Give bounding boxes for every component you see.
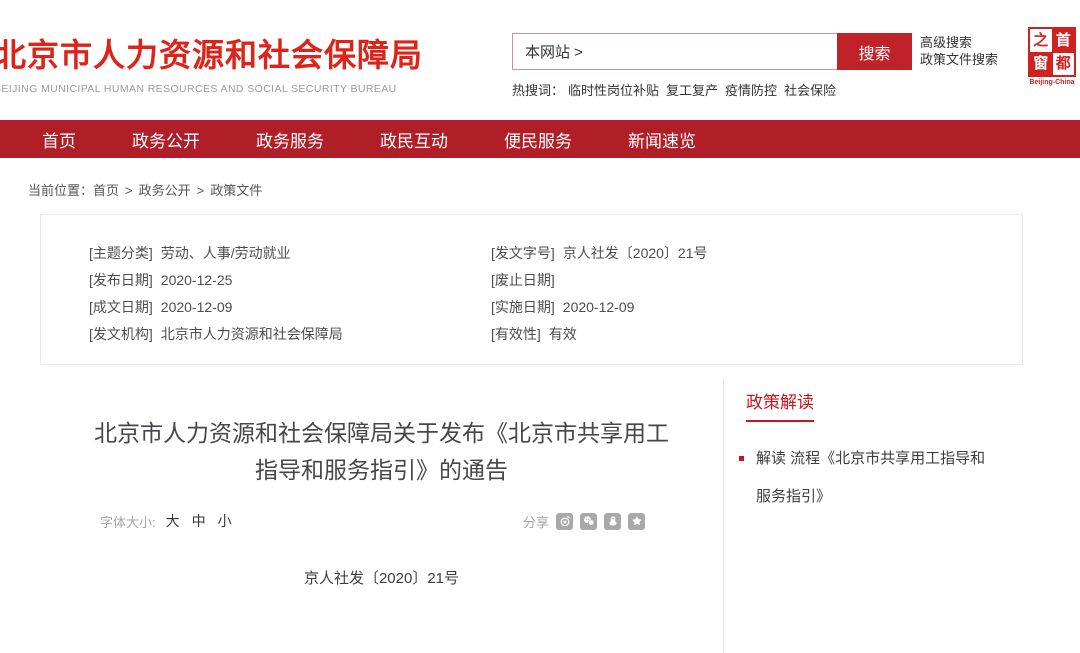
meta-label: [有效性]	[491, 326, 541, 342]
sidebar-list: 解读 流程《北京市共享用工指导和服务指引》	[739, 440, 1050, 516]
capital-window-seal[interactable]: 之 首 窗 都 Beijing-China	[1028, 27, 1076, 86]
hot-word-link[interactable]: 临时性岗位补贴	[568, 83, 659, 98]
site-header: 北京市人力资源和社会保障局 BEIJING MUNICIPAL HUMAN RE…	[0, 0, 1080, 120]
breadcrumb-separator: >	[125, 183, 133, 198]
meta-row: [有效性] 有效	[491, 321, 708, 348]
meta-label: [发布日期]	[89, 272, 153, 288]
font-size-medium-button[interactable]: 中	[192, 511, 206, 531]
sidebar-list-item: 解读 流程《北京市共享用工指导和服务指引》	[739, 440, 991, 516]
share-qzone-icon[interactable]	[628, 513, 645, 530]
meta-value: 京人社发〔2020〕21号	[563, 245, 708, 261]
meta-row: [发布日期] 2020-12-25	[89, 267, 491, 294]
meta-value: 有效	[549, 326, 577, 342]
meta-row: [废止日期]	[491, 267, 708, 294]
advanced-links: 高级搜索 政策文件搜索	[920, 34, 998, 68]
search-box: 本网站 > 搜索	[512, 33, 912, 70]
hot-word-link[interactable]: 疫情防控	[725, 83, 777, 98]
meta-label: [废止日期]	[491, 272, 555, 288]
document-number: 京人社发〔2020〕21号	[40, 567, 723, 588]
nav-item-convenience[interactable]: 便民服务	[504, 127, 572, 152]
nav-item-home[interactable]: 首页	[42, 127, 76, 152]
bullet-icon	[739, 456, 744, 461]
logo-title: 北京市人力资源和社会保障局	[0, 30, 423, 76]
meta-row: [实施日期] 2020-12-09	[491, 294, 708, 321]
breadcrumb-home[interactable]: 首页	[93, 183, 119, 198]
meta-value: 北京市人力资源和社会保障局	[161, 326, 343, 342]
seal-char: 之	[1030, 29, 1052, 52]
sidebar-item-link[interactable]: 解读 流程《北京市共享用工指导和服务指引》	[756, 450, 985, 505]
hot-word-link[interactable]: 社会保险	[784, 83, 836, 98]
nav-item-gov-disclosure[interactable]: 政务公开	[132, 127, 200, 152]
lower-section: 北京市人力资源和社会保障局关于发布《北京市共享用工指导和服务指引》的通告 字体大…	[40, 378, 1080, 653]
logo-subtitle: BEIJING MUNICIPAL HUMAN RESOURCES AND SO…	[0, 83, 423, 95]
meta-left-column: [主题分类] 劳动、人事/劳动就业 [发布日期] 2020-12-25 [成文日期]…	[41, 240, 491, 364]
share-control: 分享	[523, 512, 645, 531]
hot-search-words: 热搜词： 临时性岗位补贴复工复产疫情防控社会保险	[512, 80, 912, 99]
site-logo[interactable]: 北京市人力资源和社会保障局 BEIJING MUNICIPAL HUMAN RE…	[0, 30, 423, 95]
meta-row: [成文日期] 2020-12-09	[89, 294, 491, 321]
article-title: 北京市人力资源和社会保障局关于发布《北京市共享用工指导和服务指引》的通告	[86, 415, 678, 489]
meta-row: [主题分类] 劳动、人事/劳动就业	[89, 240, 491, 267]
advanced-search-link[interactable]: 高级搜索	[920, 34, 998, 51]
meta-label: [发文机构]	[89, 326, 153, 342]
share-weibo-icon[interactable]	[556, 513, 573, 530]
meta-label: [成文日期]	[89, 299, 153, 315]
meta-value: 2020-12-09	[563, 299, 635, 315]
meta-value: 2020-12-25	[161, 272, 233, 288]
document-meta-box: [主题分类] 劳动、人事/劳动就业 [发布日期] 2020-12-25 [成文日期]…	[40, 214, 1023, 365]
hot-word-link[interactable]: 复工复产	[666, 83, 718, 98]
seal-char: 首	[1053, 29, 1075, 52]
font-size-small-button[interactable]: 小	[218, 511, 232, 531]
meta-label: [发文字号]	[491, 245, 555, 261]
meta-label: [主题分类]	[89, 245, 153, 261]
meta-row: [发文字号] 京人社发〔2020〕21号	[491, 240, 708, 267]
breadcrumb-separator: >	[197, 183, 205, 198]
seal-char: 窗	[1030, 53, 1052, 76]
breadcrumb: 当前位置：首页 > 政务公开 > 政策文件	[28, 180, 262, 199]
nav-item-news[interactable]: 新闻速览	[628, 127, 696, 152]
font-size-label: 字体大小:	[100, 512, 156, 531]
seal-caption: Beijing-China	[1028, 79, 1076, 86]
breadcrumb-label: 当前位置：	[28, 183, 93, 198]
search-button[interactable]: 搜索	[837, 33, 912, 70]
hot-words-label: 热搜词：	[512, 83, 564, 98]
share-wechat-icon[interactable]	[580, 513, 597, 530]
nav-item-interaction[interactable]: 政民互动	[380, 127, 448, 152]
meta-value: 劳动、人事/劳动就业	[161, 245, 291, 261]
meta-right-column: [发文字号] 京人社发〔2020〕21号 [废止日期] [实施日期] 2020-12…	[491, 240, 708, 364]
nav-item-gov-services[interactable]: 政务服务	[256, 127, 324, 152]
meta-value: 2020-12-09	[161, 299, 233, 315]
breadcrumb-gov-disclosure[interactable]: 政务公开	[139, 183, 191, 198]
share-qq-icon[interactable]	[604, 513, 621, 530]
share-label: 分享	[523, 512, 549, 531]
meta-row: [发文机构] 北京市人力资源和社会保障局	[89, 321, 491, 348]
article-tools: 字体大小: 大 中 小 分享	[40, 511, 723, 531]
font-size-control: 字体大小: 大 中 小	[100, 511, 244, 531]
page: 北京市人力资源和社会保障局 BEIJING MUNICIPAL HUMAN RE…	[0, 0, 1080, 653]
policy-interpretation-sidebar: 政策解读 解读 流程《北京市共享用工指导和服务指引》	[723, 378, 1080, 653]
seal-grid-icon: 之 首 窗 都	[1028, 27, 1076, 77]
search-area: 本网站 > 搜索 热搜词： 临时性岗位补贴复工复产疫情防控社会保险	[512, 33, 912, 99]
policy-file-search-link[interactable]: 政策文件搜索	[920, 51, 998, 68]
font-size-large-button[interactable]: 大	[166, 511, 180, 531]
article-content: 北京市人力资源和社会保障局关于发布《北京市共享用工指导和服务指引》的通告 字体大…	[40, 378, 723, 653]
search-scope-dropdown[interactable]: 本网站 >	[513, 41, 583, 62]
meta-label: [实施日期]	[491, 299, 555, 315]
breadcrumb-policy-files[interactable]: 政策文件	[210, 183, 262, 198]
sidebar-title: 政策解读	[746, 388, 814, 422]
main-nav: 首页 政务公开 政务服务 政民互动 便民服务 新闻速览	[0, 120, 1080, 158]
seal-char: 都	[1053, 53, 1075, 76]
